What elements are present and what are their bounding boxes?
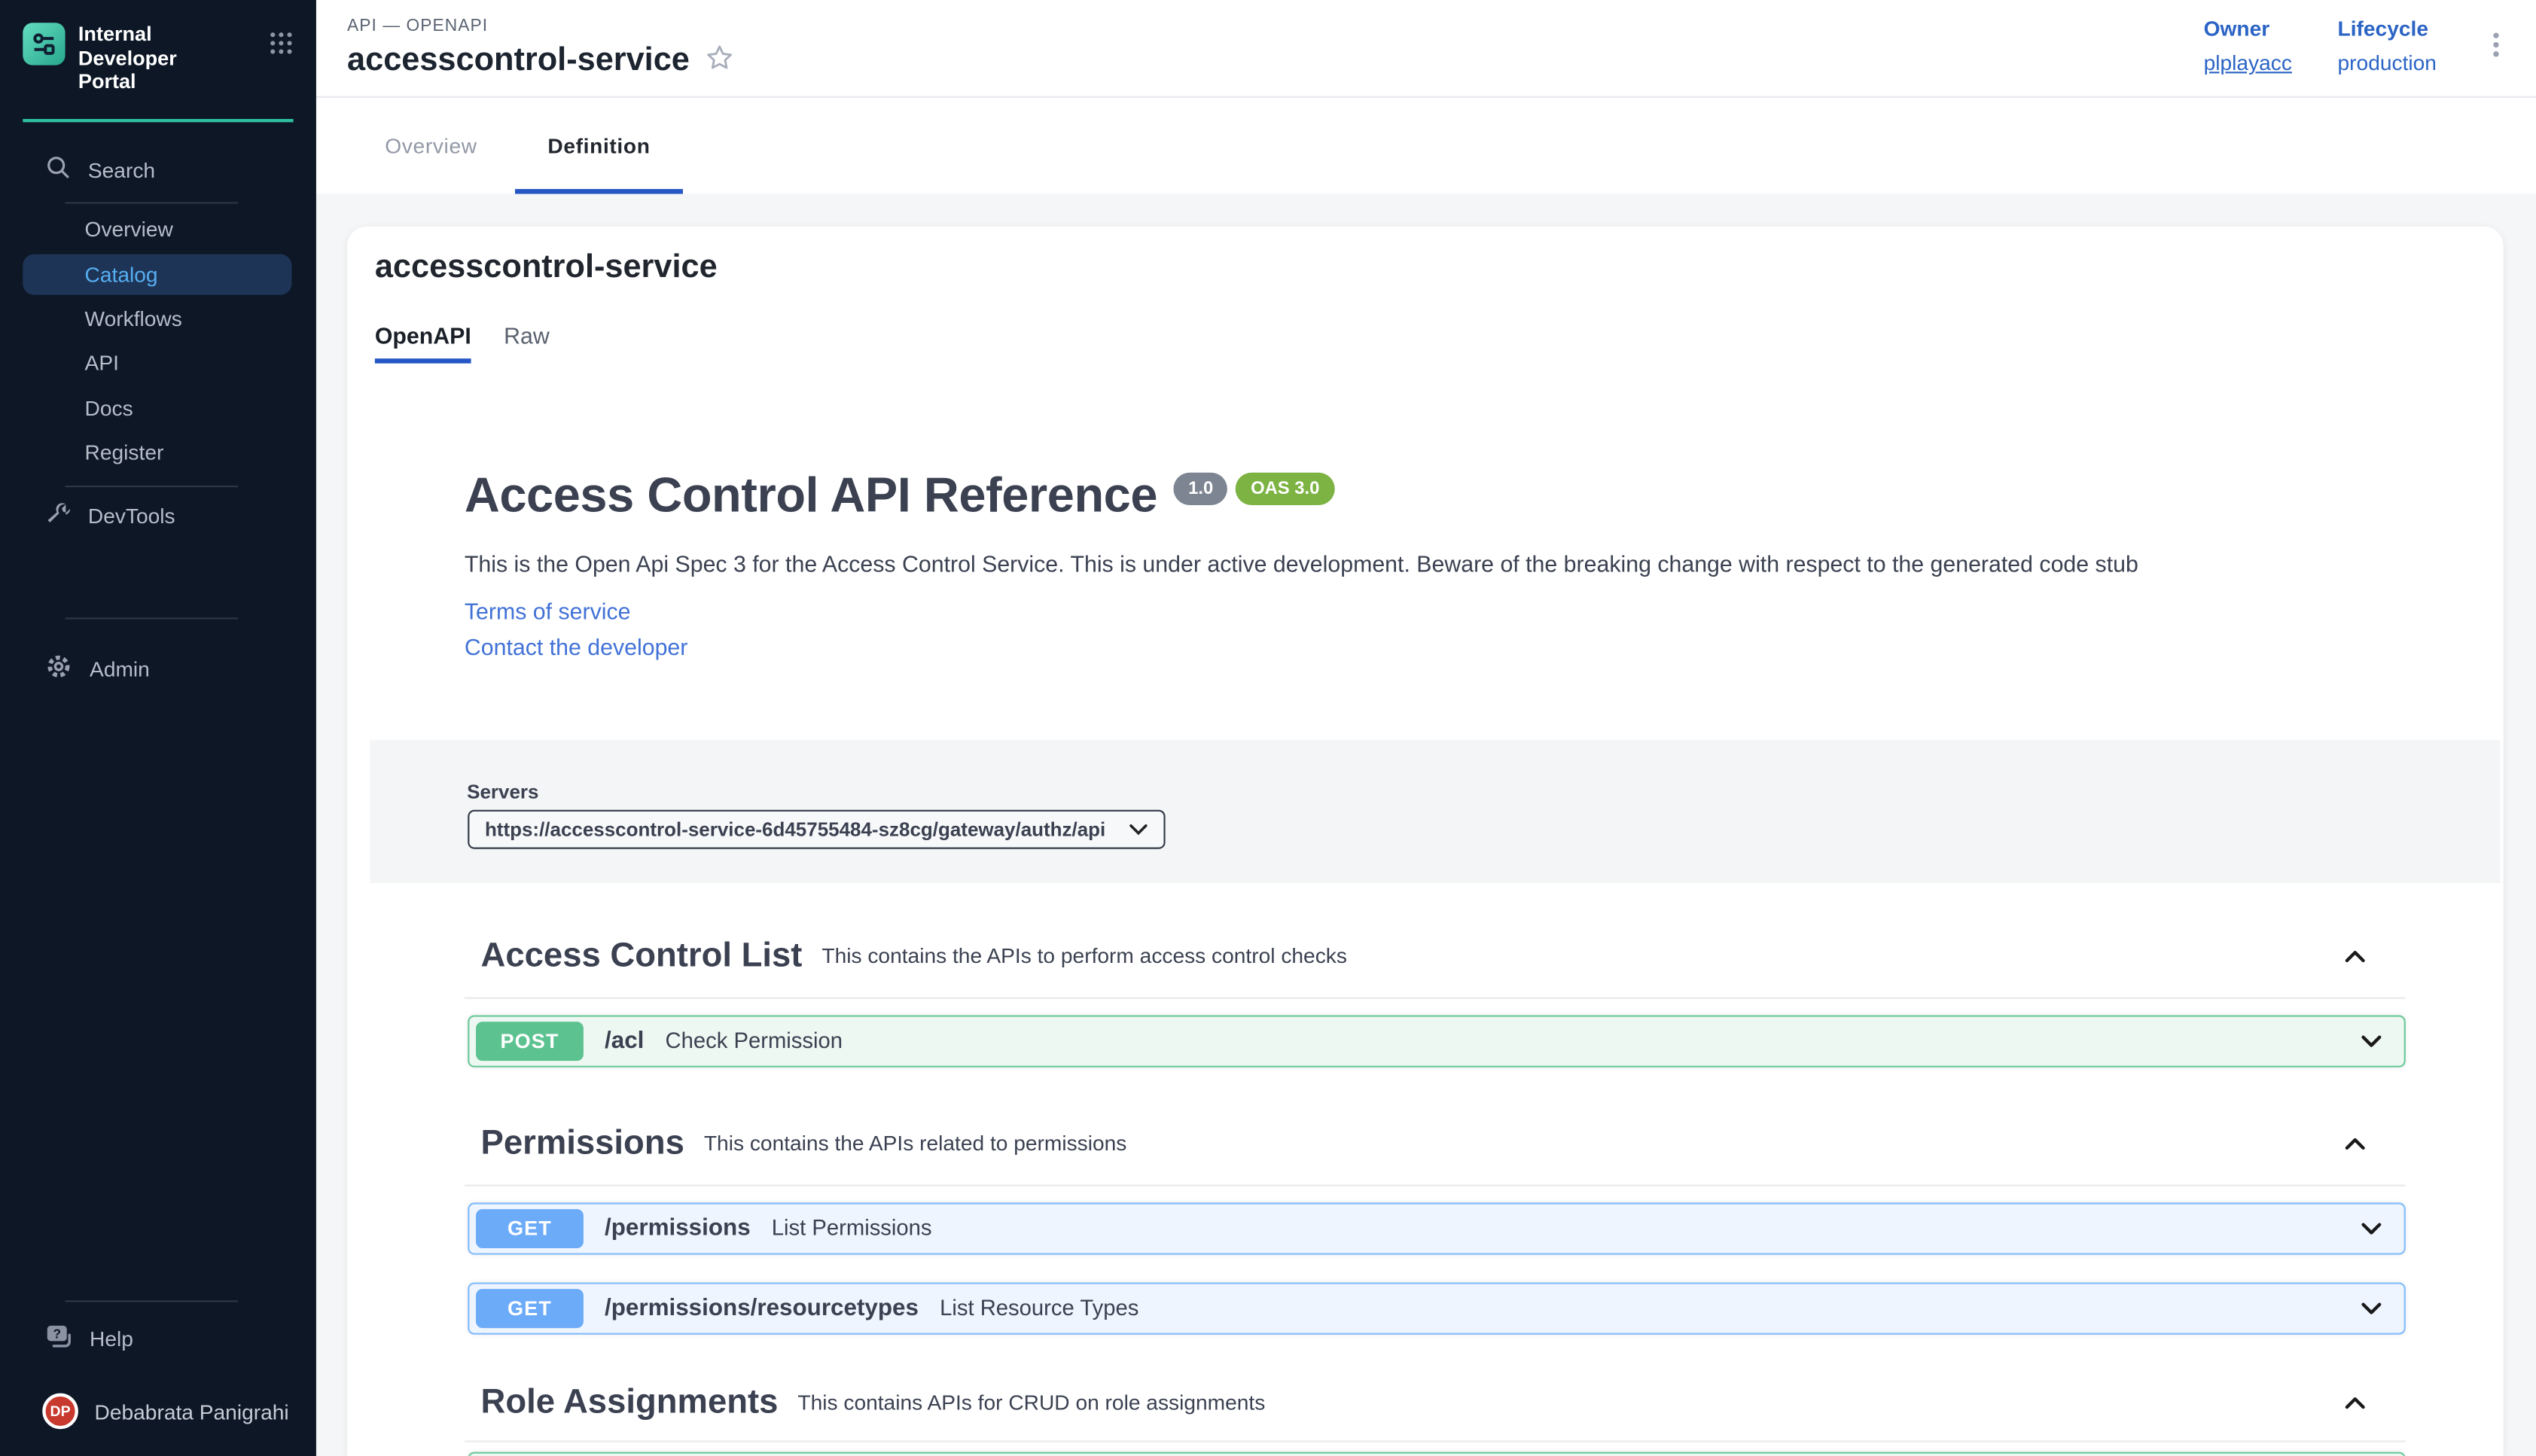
operation-path: /acl <box>605 1028 644 1054</box>
version-badge: 1.0 <box>1174 472 1228 504</box>
sidebar-item-catalog[interactable]: Catalog <box>23 254 291 294</box>
section-divider <box>465 997 2406 998</box>
main-area: API — OPENAPI accesscontrol-service Owne… <box>316 0 2536 1456</box>
operation-row-partial[interactable] <box>468 1451 2406 1456</box>
terms-link[interactable]: Terms of service <box>465 599 2406 621</box>
sidebar-item-docs[interactable]: Docs <box>0 385 316 431</box>
wrench-icon <box>46 501 70 530</box>
sidebar-divider <box>66 202 238 203</box>
operation-summary: List Permissions <box>772 1216 932 1240</box>
section-divider <box>465 1439 2406 1441</box>
sidebar-item-devtools[interactable]: DevTools <box>0 493 316 538</box>
operation-row-get-permissions[interactable]: GET /permissions List Permissions <box>468 1202 2406 1253</box>
sidebar-item-search[interactable]: Search <box>0 148 316 193</box>
portal-logo-icon[interactable] <box>23 23 65 65</box>
kebab-menu-icon[interactable] <box>2483 28 2510 70</box>
section-divider <box>465 1184 2406 1186</box>
entity-tabs: Overview Definition <box>316 97 2536 193</box>
operation-summary: Check Permission <box>666 1028 843 1052</box>
section-title: Access Control List <box>481 937 803 976</box>
expand-chevron-down-icon[interactable] <box>2358 1215 2385 1241</box>
avatar: DP <box>42 1394 78 1430</box>
api-title: Access Control API Reference <box>465 467 1157 524</box>
sidebar-item-workflows[interactable]: Workflows <box>0 296 316 341</box>
operation-row-get-resourcetypes[interactable]: GET /permissions/resourcetypes List Reso… <box>468 1281 2406 1333</box>
logo-row: Internal Developer Portal <box>0 0 316 93</box>
sidebar-spacer <box>0 692 316 1290</box>
sidebar-item-overview[interactable]: Overview <box>0 207 316 252</box>
apps-grid-icon[interactable] <box>269 31 293 63</box>
svg-text:?: ? <box>53 1326 61 1341</box>
section-description: This contains the APIs related to permis… <box>704 1131 1126 1155</box>
operation-path: /permissions <box>605 1215 751 1241</box>
sidebar-item-label: Search <box>88 157 155 181</box>
section-role-assignments[interactable]: Role Assignments This contains APIs for … <box>465 1379 2406 1425</box>
collapse-chevron-up-icon[interactable] <box>2342 1389 2368 1423</box>
user-name: Debabrata Panigrahi <box>95 1399 289 1423</box>
content-area: accesscontrol-service OpenAPI Raw Access… <box>316 193 2536 1456</box>
sidebar-divider <box>66 485 238 486</box>
gear-icon <box>46 654 72 685</box>
collapse-chevron-up-icon[interactable] <box>2342 1130 2368 1164</box>
definition-format-tabs: OpenAPI Raw <box>375 321 2504 362</box>
api-description: This is the Open Api Spec 3 for the Acce… <box>465 550 2406 577</box>
tab-openapi[interactable]: OpenAPI <box>375 321 471 362</box>
sidebar-item-label: Help <box>90 1326 133 1350</box>
lifecycle-meta: Lifecycle production <box>2338 17 2437 75</box>
method-badge: GET <box>476 1208 584 1247</box>
section-title: Permissions <box>481 1123 684 1162</box>
servers-label: Servers <box>467 780 2500 803</box>
section-description: This contains the APIs to perform access… <box>821 943 1347 967</box>
portal-title: Internal Developer Portal <box>78 23 218 93</box>
section-access-control-list[interactable]: Access Control List This contains the AP… <box>465 933 2406 979</box>
section-description: This contains APIs for CRUD on role assi… <box>797 1390 1265 1414</box>
method-badge: POST <box>476 1021 584 1060</box>
owner-link[interactable]: plplayacc <box>2204 50 2292 75</box>
expand-chevron-down-icon[interactable] <box>2358 1028 2385 1054</box>
tab-overview[interactable]: Overview <box>347 97 515 193</box>
search-icon <box>46 155 70 184</box>
sidebar-nav: Overview Catalog Workflows API Docs Regi… <box>0 207 316 475</box>
sidebar-item-label: DevTools <box>88 503 175 527</box>
collapse-chevron-up-icon[interactable] <box>2342 943 2368 976</box>
sidebar-item-help[interactable]: ? Help <box>0 1316 316 1361</box>
section-title: Role Assignments <box>481 1383 779 1422</box>
operation-path: /permissions/resourcetypes <box>605 1295 919 1321</box>
contact-link[interactable]: Contact the developer <box>465 635 2406 657</box>
sidebar-accent-rule <box>23 118 293 121</box>
swagger-ui: Access Control API Reference 1.0 OAS 3.0… <box>465 467 2406 1456</box>
lifecycle-label: Lifecycle <box>2338 17 2437 41</box>
card-title: accesscontrol-service <box>375 248 2504 286</box>
sidebar-item-label: Admin <box>90 657 150 681</box>
sidebar-user[interactable]: DP Debabrata Panigrahi <box>0 1394 316 1430</box>
tab-definition[interactable]: Definition <box>515 97 683 193</box>
sidebar-item-register[interactable]: Register <box>0 430 316 475</box>
oas-badge: OAS 3.0 <box>1236 472 1334 504</box>
page-title: accesscontrol-service <box>347 42 690 80</box>
tab-raw[interactable]: Raw <box>504 321 550 362</box>
select-chevron-down-icon <box>1129 814 1147 843</box>
app-root: Internal Developer Portal Search Overvie… <box>0 0 2536 1456</box>
servers-panel: Servers https://accesscontrol-service-6d… <box>369 739 2500 882</box>
expand-chevron-down-icon[interactable] <box>2358 1295 2385 1321</box>
server-select[interactable]: https://accesscontrol-service-6d45755484… <box>467 809 1164 848</box>
help-chat-icon: ? <box>46 1323 72 1354</box>
definition-card: accesscontrol-service OpenAPI Raw Access… <box>346 226 2504 1456</box>
operation-row-post-acl[interactable]: POST /acl Check Permission <box>468 1014 2406 1066</box>
method-badge: GET <box>476 1288 584 1327</box>
section-permissions[interactable]: Permissions This contains the APIs relat… <box>465 1120 2406 1166</box>
owner-label: Owner <box>2204 17 2292 41</box>
favorite-star-icon[interactable] <box>706 43 734 79</box>
operation-summary: List Resource Types <box>940 1296 1138 1320</box>
sidebar-divider <box>66 1299 238 1301</box>
sidebar-divider <box>66 617 238 619</box>
owner-meta: Owner plplayacc <box>2204 17 2292 75</box>
server-url: https://accesscontrol-service-6d45755484… <box>485 818 1105 840</box>
sidebar: Internal Developer Portal Search Overvie… <box>0 0 316 1456</box>
lifecycle-value: production <box>2338 50 2437 75</box>
sidebar-item-admin[interactable]: Admin <box>0 647 316 692</box>
entity-header: API — OPENAPI accesscontrol-service Owne… <box>316 0 2536 97</box>
sidebar-item-api[interactable]: API <box>0 340 316 385</box>
